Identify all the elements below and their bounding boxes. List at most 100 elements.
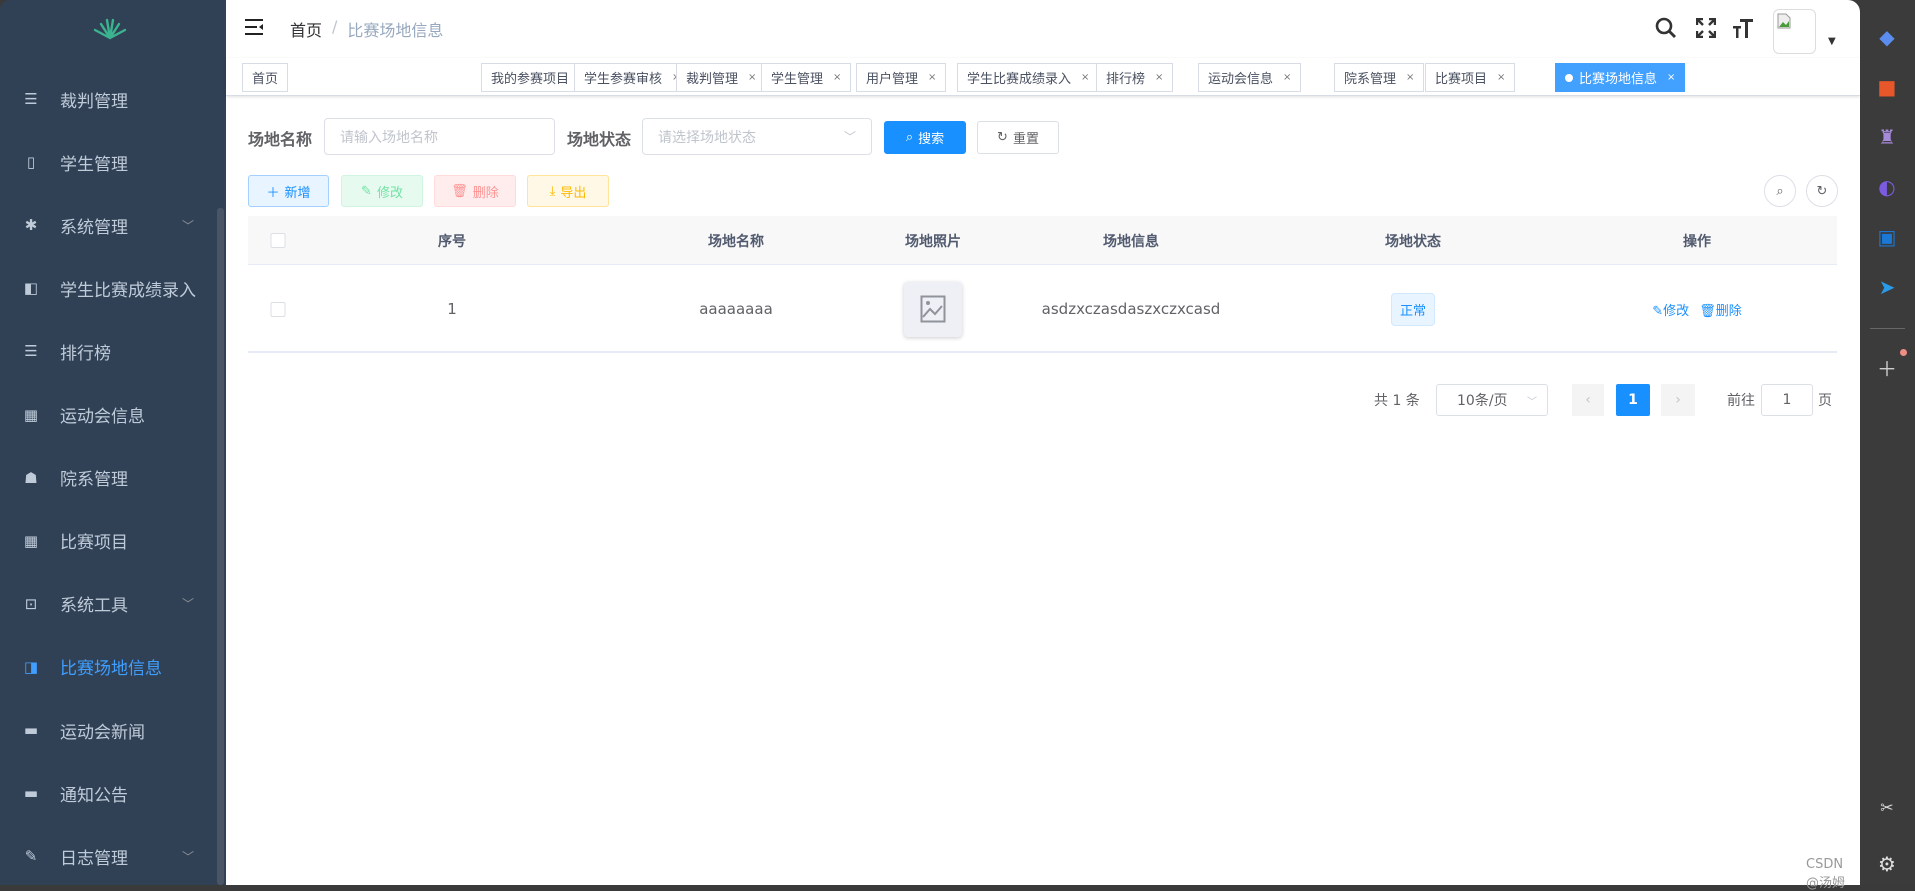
sidebar-scrollbar[interactable] <box>217 208 224 885</box>
venue-status-select[interactable]: 请选择场地状态 ﹀ <box>642 118 872 155</box>
tag-7[interactable]: 排行榜 × <box>1096 63 1174 92</box>
sidebar-item-12[interactable]: ✎ 日志管理 ﹀ <box>0 828 218 884</box>
row-checkbox[interactable] <box>270 265 286 353</box>
sidebar-item-7[interactable]: ▦ 比赛项目 <box>0 513 218 569</box>
tag-6[interactable]: 学生比赛成绩录入 × <box>957 63 1100 92</box>
avatar-dropdown-caret[interactable]: ▼ <box>1828 36 1836 47</box>
breadcrumb: 首页 / 比赛场地信息 <box>290 17 443 41</box>
tag-icon[interactable]: ◆ <box>1874 24 1900 50</box>
fullscreen-icon[interactable] <box>1695 17 1717 42</box>
close-icon[interactable]: × <box>1283 72 1291 83</box>
sidebar-item-9[interactable]: ◨ 比赛场地信息 <box>0 639 218 695</box>
sidebar-item-0[interactable]: ☰ 裁判管理 <box>0 71 218 127</box>
cell-photo[interactable] <box>904 265 962 353</box>
sidebar-item-1[interactable]: ▯ 学生管理 <box>0 134 218 190</box>
sidebar-item-label: 比赛项目 <box>60 533 128 554</box>
toolbox-icon[interactable]: ■ <box>1874 74 1900 100</box>
sidebar-item-6[interactable]: ☗ 院系管理 <box>0 450 218 506</box>
sidebar-item-label: 院系管理 <box>60 470 128 491</box>
tag-2[interactable]: 学生参赛审核× <box>574 63 691 92</box>
table-icon: ▦ <box>23 531 39 550</box>
close-icon[interactable]: × <box>1497 72 1505 83</box>
hamburger-icon[interactable] <box>244 18 264 36</box>
cell-actions: ✎修改 🗑删除 <box>1652 265 1741 353</box>
close-icon[interactable]: × <box>1081 72 1089 83</box>
tag-label: 比赛场地信息 <box>1579 72 1658 87</box>
add-button[interactable]: ＋新增 <box>248 175 329 207</box>
tag-8[interactable]: 运动会信息 × <box>1198 63 1302 92</box>
tree-icon: ☗ <box>24 468 38 487</box>
edit-button[interactable]: ✎ 修改 <box>341 175 423 207</box>
table-icon: ▦ <box>23 405 39 424</box>
avatar[interactable] <box>1773 9 1816 54</box>
sidebar-item-2[interactable]: ✱ 系统管理 ﹀ <box>0 197 218 253</box>
breadcrumb-home[interactable]: 首页 <box>290 17 322 41</box>
goto-label: 前往 <box>1727 393 1755 409</box>
page-1-button[interactable]: 1 <box>1616 384 1650 416</box>
close-icon[interactable]: × <box>1155 72 1163 83</box>
chess-icon[interactable]: ♜ <box>1874 124 1900 150</box>
list-icon: ☰ <box>24 342 38 361</box>
delete-label: 删除 <box>472 185 499 201</box>
goto-page-input[interactable]: 1 <box>1761 384 1813 416</box>
sidebar-item-label: 运动会信息 <box>60 407 145 427</box>
close-icon[interactable]: × <box>748 72 756 83</box>
breadcrumb-separator: / <box>332 17 338 36</box>
tag-9[interactable]: 院系管理 × <box>1334 63 1425 92</box>
close-icon[interactable]: × <box>928 72 936 83</box>
copilot-icon[interactable]: ◐ <box>1874 174 1900 200</box>
close-icon[interactable]: × <box>1667 72 1675 83</box>
refresh-icon: ↻ <box>997 130 1008 145</box>
add-icon[interactable]: ＋ <box>1874 354 1900 381</box>
row-delete-button[interactable]: 🗑删除 <box>1699 300 1742 319</box>
refresh-table-button[interactable]: ↻ <box>1806 175 1838 207</box>
divider <box>1870 328 1905 329</box>
next-page-button[interactable]: › <box>1661 384 1695 416</box>
row-delete-label: 删除 <box>1715 303 1742 319</box>
sidebar-item-5[interactable]: ▦ 运动会信息 <box>0 387 218 443</box>
page-size-select[interactable]: 10条/页 ﹀ <box>1436 384 1548 416</box>
sidebar-item-10[interactable]: ▬ 运动会新闻 <box>0 702 218 758</box>
sidebar-item-label: 学生管理 <box>60 154 128 175</box>
message-icon: ▬ <box>23 784 39 803</box>
outlook-icon[interactable]: ▣ <box>1874 224 1900 250</box>
tag-4[interactable]: 学生管理 × <box>761 63 852 92</box>
tag-10[interactable]: 比赛项目 × <box>1425 63 1516 92</box>
sidebar-item-11[interactable]: ▬ 通知公告 <box>0 765 218 821</box>
venue-name-input[interactable]: 请输入场地名称 <box>324 118 555 155</box>
send-icon[interactable]: ➤ <box>1874 274 1900 300</box>
tag-0[interactable]: 首页 <box>242 63 289 92</box>
sidebar-item-4[interactable]: ☰ 排行榜 <box>0 323 218 379</box>
browser-sidebar: ◆ ■ ♜ ◐ ▣ ➤ ＋ ✂ ⚙ <box>1860 0 1915 885</box>
sidebar-item-3[interactable]: ◧ 学生比赛成绩录入 <box>0 260 218 316</box>
reset-button[interactable]: ↻ 重置 <box>977 121 1059 154</box>
reset-button-label: 重置 <box>1012 132 1039 147</box>
sidebar-item-8[interactable]: ⊡ 系统工具 ﹀ <box>0 576 218 632</box>
tag-11[interactable]: 比赛场地信息 × <box>1555 63 1686 92</box>
prev-page-button[interactable]: ‹ <box>1572 384 1604 416</box>
edit-label: 修改 <box>376 185 403 201</box>
close-icon[interactable]: × <box>833 72 841 83</box>
font-size-icon[interactable] <box>1732 17 1754 43</box>
delete-button[interactable]: 🗑 删除 <box>434 175 516 207</box>
tag-label: 首页 <box>252 72 279 87</box>
venue-status-label: 场地状态 <box>567 130 632 149</box>
tag-label: 用户管理 <box>866 72 919 87</box>
trash-icon: 🗑 <box>1699 303 1716 319</box>
select-all-checkbox[interactable] <box>270 216 286 265</box>
close-icon[interactable]: × <box>1406 72 1414 83</box>
row-edit-button[interactable]: ✎修改 <box>1652 300 1689 319</box>
cell-index: 1 <box>447 300 457 318</box>
toggle-search-button[interactable]: ⌕ <box>1764 175 1796 207</box>
page-suffix: 页 <box>1818 393 1832 409</box>
tag-5[interactable]: 用户管理 × <box>856 63 947 92</box>
column-header: 场地照片 <box>905 233 961 250</box>
active-dot <box>1565 73 1573 82</box>
export-button[interactable]: ⤓ 导出 <box>527 175 609 207</box>
toolbox-icon: ⊡ <box>24 594 38 613</box>
search-button[interactable]: ⌕ 搜索 <box>884 121 966 154</box>
screenshot-icon[interactable]: ✂ <box>1874 794 1900 820</box>
settings-icon[interactable]: ⚙ <box>1874 851 1900 877</box>
header-search-icon[interactable] <box>1655 17 1677 43</box>
tag-3[interactable]: 裁判管理 × <box>676 63 767 92</box>
